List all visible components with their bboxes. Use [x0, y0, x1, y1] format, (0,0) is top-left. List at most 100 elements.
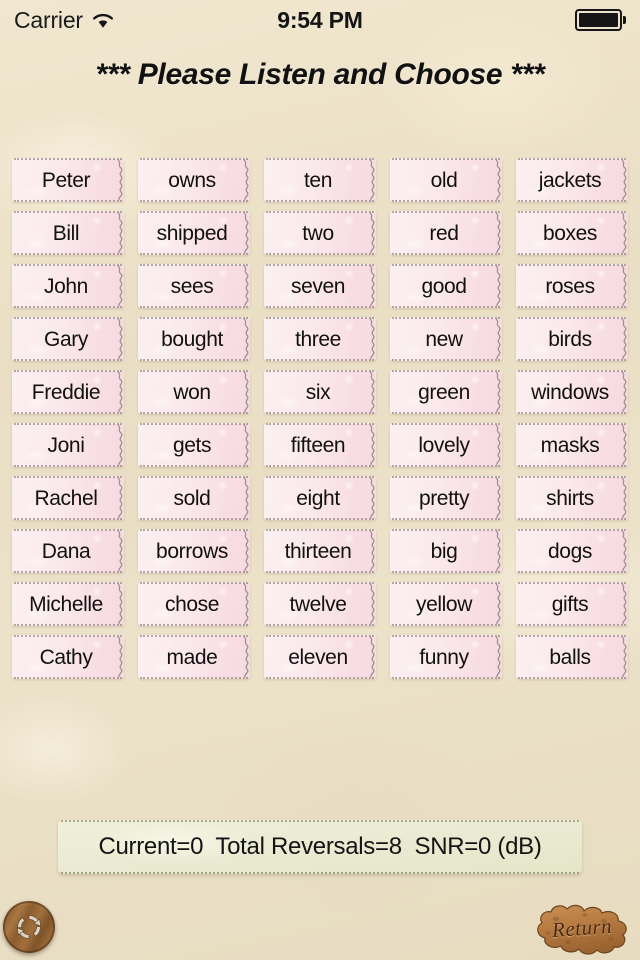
battery-fill — [579, 13, 618, 27]
word-button[interactable]: bought — [138, 317, 250, 361]
torn-edge-icon — [243, 424, 249, 466]
word-button[interactable]: fifteen — [264, 423, 376, 467]
word-button[interactable]: windows — [516, 370, 628, 414]
word-label: fifteen — [290, 433, 346, 457]
word-label: three — [295, 327, 341, 351]
word-button[interactable]: Michelle — [12, 582, 124, 626]
word-label: seven — [290, 274, 346, 298]
word-label: lovely — [418, 433, 470, 457]
torn-edge-icon — [621, 212, 627, 254]
word-label: Cathy — [39, 645, 93, 669]
word-button[interactable]: eleven — [264, 635, 376, 679]
torn-edge-icon — [243, 159, 249, 201]
word-label: gifts — [551, 592, 589, 616]
word-button[interactable]: seven — [264, 264, 376, 308]
word-button[interactable]: masks — [516, 423, 628, 467]
torn-edge-icon — [495, 477, 501, 519]
torn-edge-icon — [621, 424, 627, 466]
word-label: big — [430, 539, 458, 563]
word-label: masks — [540, 433, 600, 457]
word-button[interactable]: Freddie — [12, 370, 124, 414]
word-button[interactable]: roses — [516, 264, 628, 308]
word-button[interactable]: Bill — [12, 211, 124, 255]
word-button[interactable]: pretty — [390, 476, 502, 520]
word-button[interactable]: six — [264, 370, 376, 414]
torn-edge-icon — [621, 159, 627, 201]
word-button[interactable]: three — [264, 317, 376, 361]
word-label: bought — [161, 327, 223, 351]
word-button[interactable]: chose — [138, 582, 250, 626]
torn-edge-icon — [369, 318, 375, 360]
word-button[interactable]: birds — [516, 317, 628, 361]
word-button[interactable]: balls — [516, 635, 628, 679]
torn-edge-icon — [117, 530, 123, 572]
word-button[interactable]: twelve — [264, 582, 376, 626]
torn-edge-icon — [243, 371, 249, 413]
word-label: owns — [168, 168, 216, 192]
word-label: won — [173, 380, 211, 404]
refresh-button[interactable] — [3, 901, 55, 953]
word-label: Joni — [47, 433, 85, 457]
word-button[interactable]: Rachel — [12, 476, 124, 520]
word-label: gets — [172, 433, 212, 457]
word-button[interactable]: dogs — [516, 529, 628, 573]
torn-edge-icon — [369, 212, 375, 254]
word-button[interactable]: shipped — [138, 211, 250, 255]
word-button[interactable]: gifts — [516, 582, 628, 626]
word-button[interactable]: John — [12, 264, 124, 308]
return-button[interactable]: Return — [528, 899, 636, 957]
torn-edge-icon — [621, 530, 627, 572]
torn-edge-icon — [117, 424, 123, 466]
word-button[interactable]: old — [390, 158, 502, 202]
battery-cap — [623, 16, 626, 24]
refresh-icon — [12, 910, 46, 944]
word-button[interactable]: red — [390, 211, 502, 255]
word-label: Freddie — [31, 380, 101, 404]
word-button[interactable]: made — [138, 635, 250, 679]
word-label: red — [429, 221, 459, 245]
word-button[interactable]: new — [390, 317, 502, 361]
word-button[interactable]: sees — [138, 264, 250, 308]
word-button[interactable]: two — [264, 211, 376, 255]
word-button[interactable]: Joni — [12, 423, 124, 467]
word-button[interactable]: lovely — [390, 423, 502, 467]
word-label: sees — [170, 274, 214, 298]
word-button[interactable]: borrows — [138, 529, 250, 573]
word-button[interactable]: Cathy — [12, 635, 124, 679]
word-button[interactable]: green — [390, 370, 502, 414]
torn-edge-icon — [117, 318, 123, 360]
word-button[interactable]: owns — [138, 158, 250, 202]
torn-edge-icon — [495, 583, 501, 625]
word-label: new — [425, 327, 463, 351]
torn-edge-icon — [243, 530, 249, 572]
word-label: John — [44, 274, 88, 298]
word-button[interactable]: good — [390, 264, 502, 308]
word-button[interactable]: Gary — [12, 317, 124, 361]
word-button[interactable]: gets — [138, 423, 250, 467]
word-button[interactable]: sold — [138, 476, 250, 520]
word-button[interactable]: shirts — [516, 476, 628, 520]
torn-edge-icon — [621, 636, 627, 678]
word-button[interactable]: Dana — [12, 529, 124, 573]
word-label: six — [305, 380, 331, 404]
word-label: sold — [173, 486, 211, 510]
word-button[interactable]: funny — [390, 635, 502, 679]
word-label: boxes — [542, 221, 598, 245]
torn-edge-icon — [117, 159, 123, 201]
torn-edge-icon — [117, 265, 123, 307]
word-button[interactable]: ten — [264, 158, 376, 202]
word-label: eight — [296, 486, 340, 510]
word-button[interactable]: yellow — [390, 582, 502, 626]
word-label: shipped — [156, 221, 228, 245]
torn-edge-icon — [117, 583, 123, 625]
word-label: Dana — [41, 539, 91, 563]
word-button[interactable]: jackets — [516, 158, 628, 202]
word-button[interactable]: won — [138, 370, 250, 414]
word-button[interactable]: Peter — [12, 158, 124, 202]
word-button[interactable]: eight — [264, 476, 376, 520]
word-button[interactable]: big — [390, 529, 502, 573]
word-button[interactable]: thirteen — [264, 529, 376, 573]
torn-edge-icon — [243, 212, 249, 254]
word-label: chose — [164, 592, 220, 616]
word-button[interactable]: boxes — [516, 211, 628, 255]
